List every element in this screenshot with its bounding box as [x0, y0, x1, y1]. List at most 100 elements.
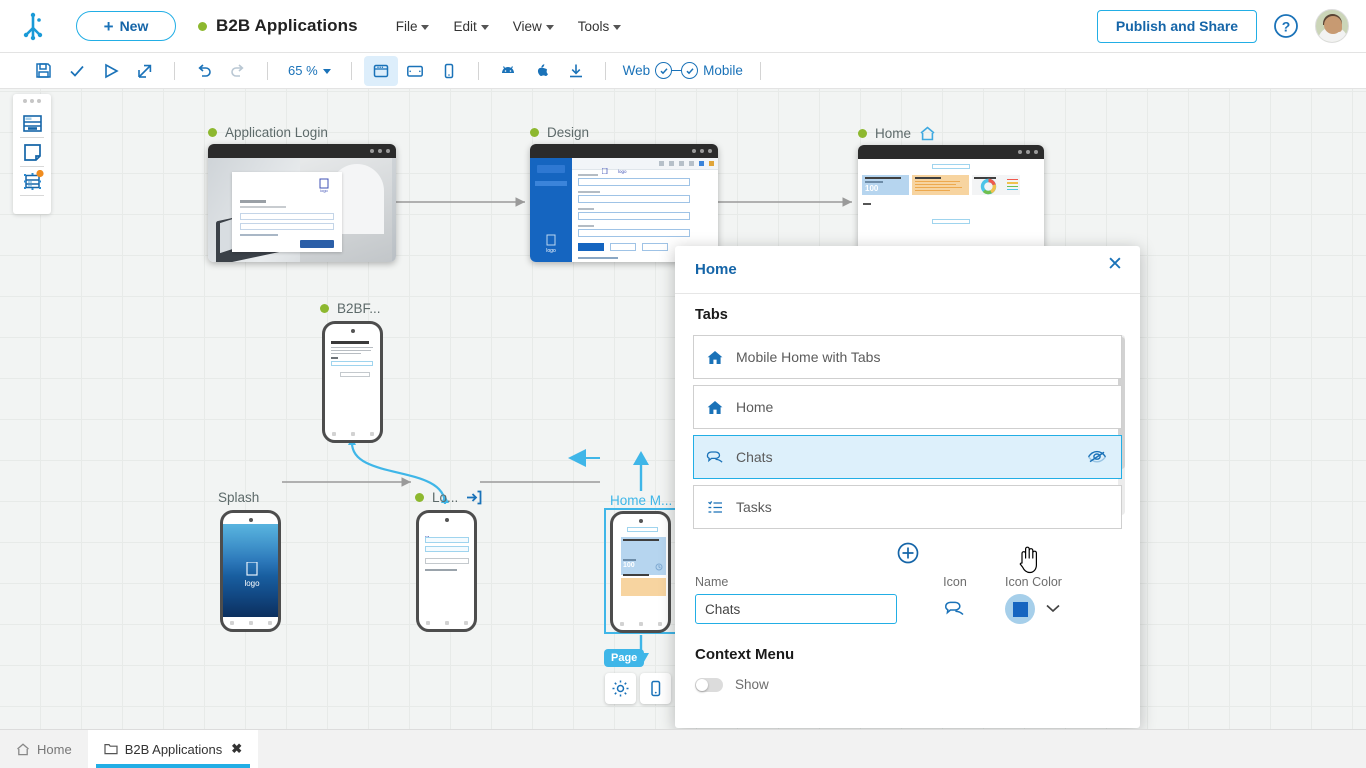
close-icon[interactable]: ✕ [1104, 253, 1126, 275]
tab-row[interactable]: Mobile Home with Tabs [693, 335, 1122, 379]
svg-text:logo: logo [546, 248, 556, 254]
node-design[interactable]: logo logo [530, 144, 718, 262]
node-status-dot [320, 304, 329, 313]
node-application-login[interactable]: logo [208, 144, 396, 262]
menu-edit[interactable]: Edit [453, 19, 488, 34]
node-action-buttons [605, 673, 671, 704]
flow-canvas[interactable]: Application Login logo Design [0, 89, 1366, 729]
desktop-preview-icon[interactable] [364, 56, 398, 86]
node-label-b2bf: B2BF... [320, 301, 381, 316]
menu-file-label: File [396, 19, 418, 34]
add-circle-icon[interactable] [896, 541, 920, 565]
phone-preview-icon[interactable] [432, 56, 466, 86]
tab-row-selected[interactable]: Chats [693, 435, 1122, 479]
zoom-level-control[interactable]: 65 % [280, 63, 339, 78]
icon-color-swatch[interactable] [1005, 594, 1035, 624]
chevron-down-icon [481, 25, 489, 30]
node-status-dot [858, 129, 867, 138]
bottom-tab-home[interactable]: Home [0, 730, 88, 768]
dialog-title: Home [695, 261, 737, 278]
tabs-list: Mobile Home with Tabs Home Chats [693, 335, 1122, 529]
close-icon[interactable]: ✖ [231, 741, 242, 757]
node-status-dot [208, 128, 217, 137]
login-entry-icon [466, 490, 482, 505]
toolbar-divider [760, 62, 761, 80]
chevron-down-icon [421, 25, 429, 30]
palette-page-layout-icon[interactable] [17, 109, 47, 137]
hidden-eye-icon[interactable] [1087, 448, 1107, 469]
svg-text:logo: logo [320, 188, 328, 193]
bottom-tab-b2b-applications[interactable]: B2B Applications ✖ [88, 730, 258, 768]
tab-row[interactable]: Home [693, 385, 1122, 429]
android-build-icon[interactable] [491, 56, 525, 86]
node-login-mobile[interactable]: lg [416, 510, 477, 632]
tab-row-label: Chats [736, 449, 773, 465]
platform-web-checkbox[interactable] [655, 62, 672, 79]
bottom-tab-label: B2B Applications [125, 742, 223, 757]
node-label-text: B2BF... [337, 301, 381, 316]
menu-bar: File Edit View Tools [396, 19, 622, 34]
help-circle-icon[interactable]: ? [1273, 13, 1299, 39]
avatar[interactable] [1315, 9, 1349, 43]
tab-row-label: Home [736, 399, 773, 415]
node-b2bf[interactable] [322, 321, 383, 443]
new-button[interactable]: + New [76, 11, 176, 41]
undo-icon[interactable] [187, 56, 221, 86]
node-home-mobile[interactable]: 100 [610, 511, 671, 633]
browser-titlebar [858, 145, 1044, 159]
node-settings-gear-icon[interactable] [605, 673, 636, 704]
name-input[interactable] [695, 594, 897, 624]
apple-build-icon[interactable] [525, 56, 559, 86]
tab-row[interactable]: Tasks [693, 485, 1122, 529]
platform-web-label: Web [623, 63, 651, 78]
node-label-splash: Splash [218, 490, 259, 505]
menu-file[interactable]: File [396, 19, 430, 34]
node-label-text: Splash [218, 490, 259, 505]
platform-mobile-label: Mobile [703, 63, 743, 78]
node-label-design: Design [530, 125, 589, 140]
bottom-tab-bar: Home B2B Applications ✖ [0, 729, 1366, 768]
download-icon[interactable] [559, 56, 593, 86]
tablet-preview-icon[interactable] [398, 56, 432, 86]
node-splash[interactable]: logo [220, 510, 281, 632]
zoom-level-value: 65 % [288, 63, 318, 78]
home-icon [694, 350, 736, 365]
palette-drag-handle[interactable] [23, 99, 41, 103]
palette-blank-page-icon[interactable] [17, 138, 47, 166]
menu-view[interactable]: View [513, 19, 554, 34]
bottom-tab-label: Home [37, 742, 72, 757]
node-label-text: Lo... [432, 490, 458, 505]
redo-icon[interactable] [221, 56, 255, 86]
node-home-desktop[interactable]: 100 [858, 145, 1044, 259]
chat-bubbles-icon[interactable] [915, 594, 995, 624]
node-status-dot [530, 128, 539, 137]
browser-titlebar [208, 144, 396, 158]
editor-toolbar: 65 % [0, 53, 1366, 89]
context-menu-show-row: Show [695, 677, 1140, 692]
icon-color-value [1013, 602, 1028, 617]
tab-row-label: Mobile Home with Tabs [736, 349, 880, 365]
name-field-group: Name [695, 575, 897, 624]
new-button-label: New [120, 18, 149, 34]
run-play-icon[interactable] [94, 56, 128, 86]
show-context-menu-toggle[interactable] [695, 678, 723, 692]
page-title: B2B Applications [216, 16, 358, 36]
node-device-preview-icon[interactable] [640, 673, 671, 704]
share-export-icon[interactable] [128, 56, 162, 86]
palette-component-icon[interactable] [17, 167, 47, 195]
toolbar-divider [174, 62, 175, 80]
phone-notch [351, 329, 355, 333]
dialog-header: Home ✕ [675, 246, 1140, 294]
svg-text:logo: logo [244, 579, 260, 588]
home-icon [16, 743, 30, 756]
save-icon[interactable] [26, 56, 60, 86]
phone-notch [639, 519, 643, 523]
chevron-down-icon[interactable] [1045, 600, 1061, 618]
app-logo-icon[interactable] [8, 0, 58, 53]
toolbar-divider [605, 62, 606, 80]
publish-and-share-button[interactable]: Publish and Share [1097, 10, 1257, 43]
validate-check-icon[interactable] [60, 56, 94, 86]
platform-mobile-checkbox[interactable] [681, 62, 698, 79]
menu-tools[interactable]: Tools [578, 19, 622, 34]
canvas-palette [13, 94, 51, 214]
